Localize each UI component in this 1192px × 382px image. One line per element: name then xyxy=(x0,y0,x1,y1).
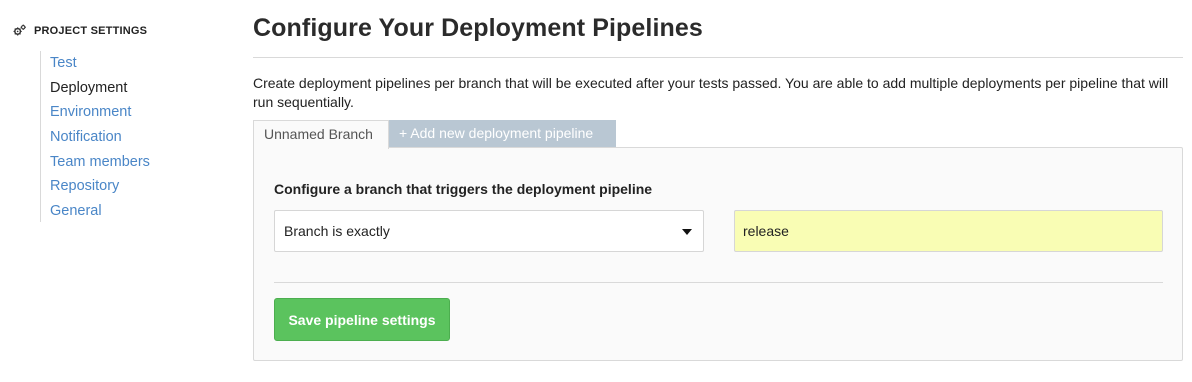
sidebar-item-test[interactable]: Test xyxy=(50,51,150,76)
settings-nav: Test Deployment Environment Notification… xyxy=(40,51,150,222)
sidebar-item-label[interactable]: General xyxy=(50,203,102,219)
sidebar-item-team-members[interactable]: Team members xyxy=(50,150,150,175)
page-title: Configure Your Deployment Pipelines xyxy=(253,14,703,42)
sidebar-item-environment[interactable]: Environment xyxy=(50,100,150,125)
sidebar-item-notification[interactable]: Notification xyxy=(50,125,150,150)
pipeline-tabs: Unnamed Branch + Add new deployment pipe… xyxy=(253,120,616,149)
tab-unnamed-branch[interactable]: Unnamed Branch xyxy=(253,120,389,149)
save-pipeline-button[interactable]: Save pipeline settings xyxy=(274,298,450,341)
sidebar-item-label[interactable]: Environment xyxy=(50,104,131,120)
caret-down-icon xyxy=(682,229,692,235)
sidebar-item-deployment[interactable]: Deployment xyxy=(50,76,150,101)
gears-icon xyxy=(13,24,26,36)
title-divider xyxy=(253,57,1183,58)
sidebar-item-label[interactable]: Deployment xyxy=(50,80,127,96)
panel-divider xyxy=(274,282,1163,283)
add-pipeline-tab[interactable]: + Add new deployment pipeline xyxy=(389,120,616,148)
sidebar: PROJECT SETTINGS Test Deployment Environ… xyxy=(0,0,240,382)
sidebar-item-label[interactable]: Repository xyxy=(50,178,119,194)
sidebar-header: PROJECT SETTINGS xyxy=(13,24,147,37)
sidebar-item-label[interactable]: Test xyxy=(50,55,77,71)
sidebar-item-repository[interactable]: Repository xyxy=(50,174,150,199)
sidebar-item-label[interactable]: Team members xyxy=(50,154,150,170)
branch-match-select[interactable]: Branch is exactly xyxy=(274,210,704,252)
sidebar-item-label[interactable]: Notification xyxy=(50,129,122,145)
pipeline-panel: Configure a branch that triggers the dep… xyxy=(253,147,1183,361)
branch-name-input[interactable] xyxy=(734,210,1163,252)
sidebar-header-label: PROJECT SETTINGS xyxy=(34,24,148,37)
page-description: Create deployment pipelines per branch t… xyxy=(253,75,1169,110)
sidebar-item-general[interactable]: General xyxy=(50,199,150,224)
branch-match-value: Branch is exactly xyxy=(284,223,390,239)
branch-trigger-label: Configure a branch that triggers the dep… xyxy=(274,181,653,197)
